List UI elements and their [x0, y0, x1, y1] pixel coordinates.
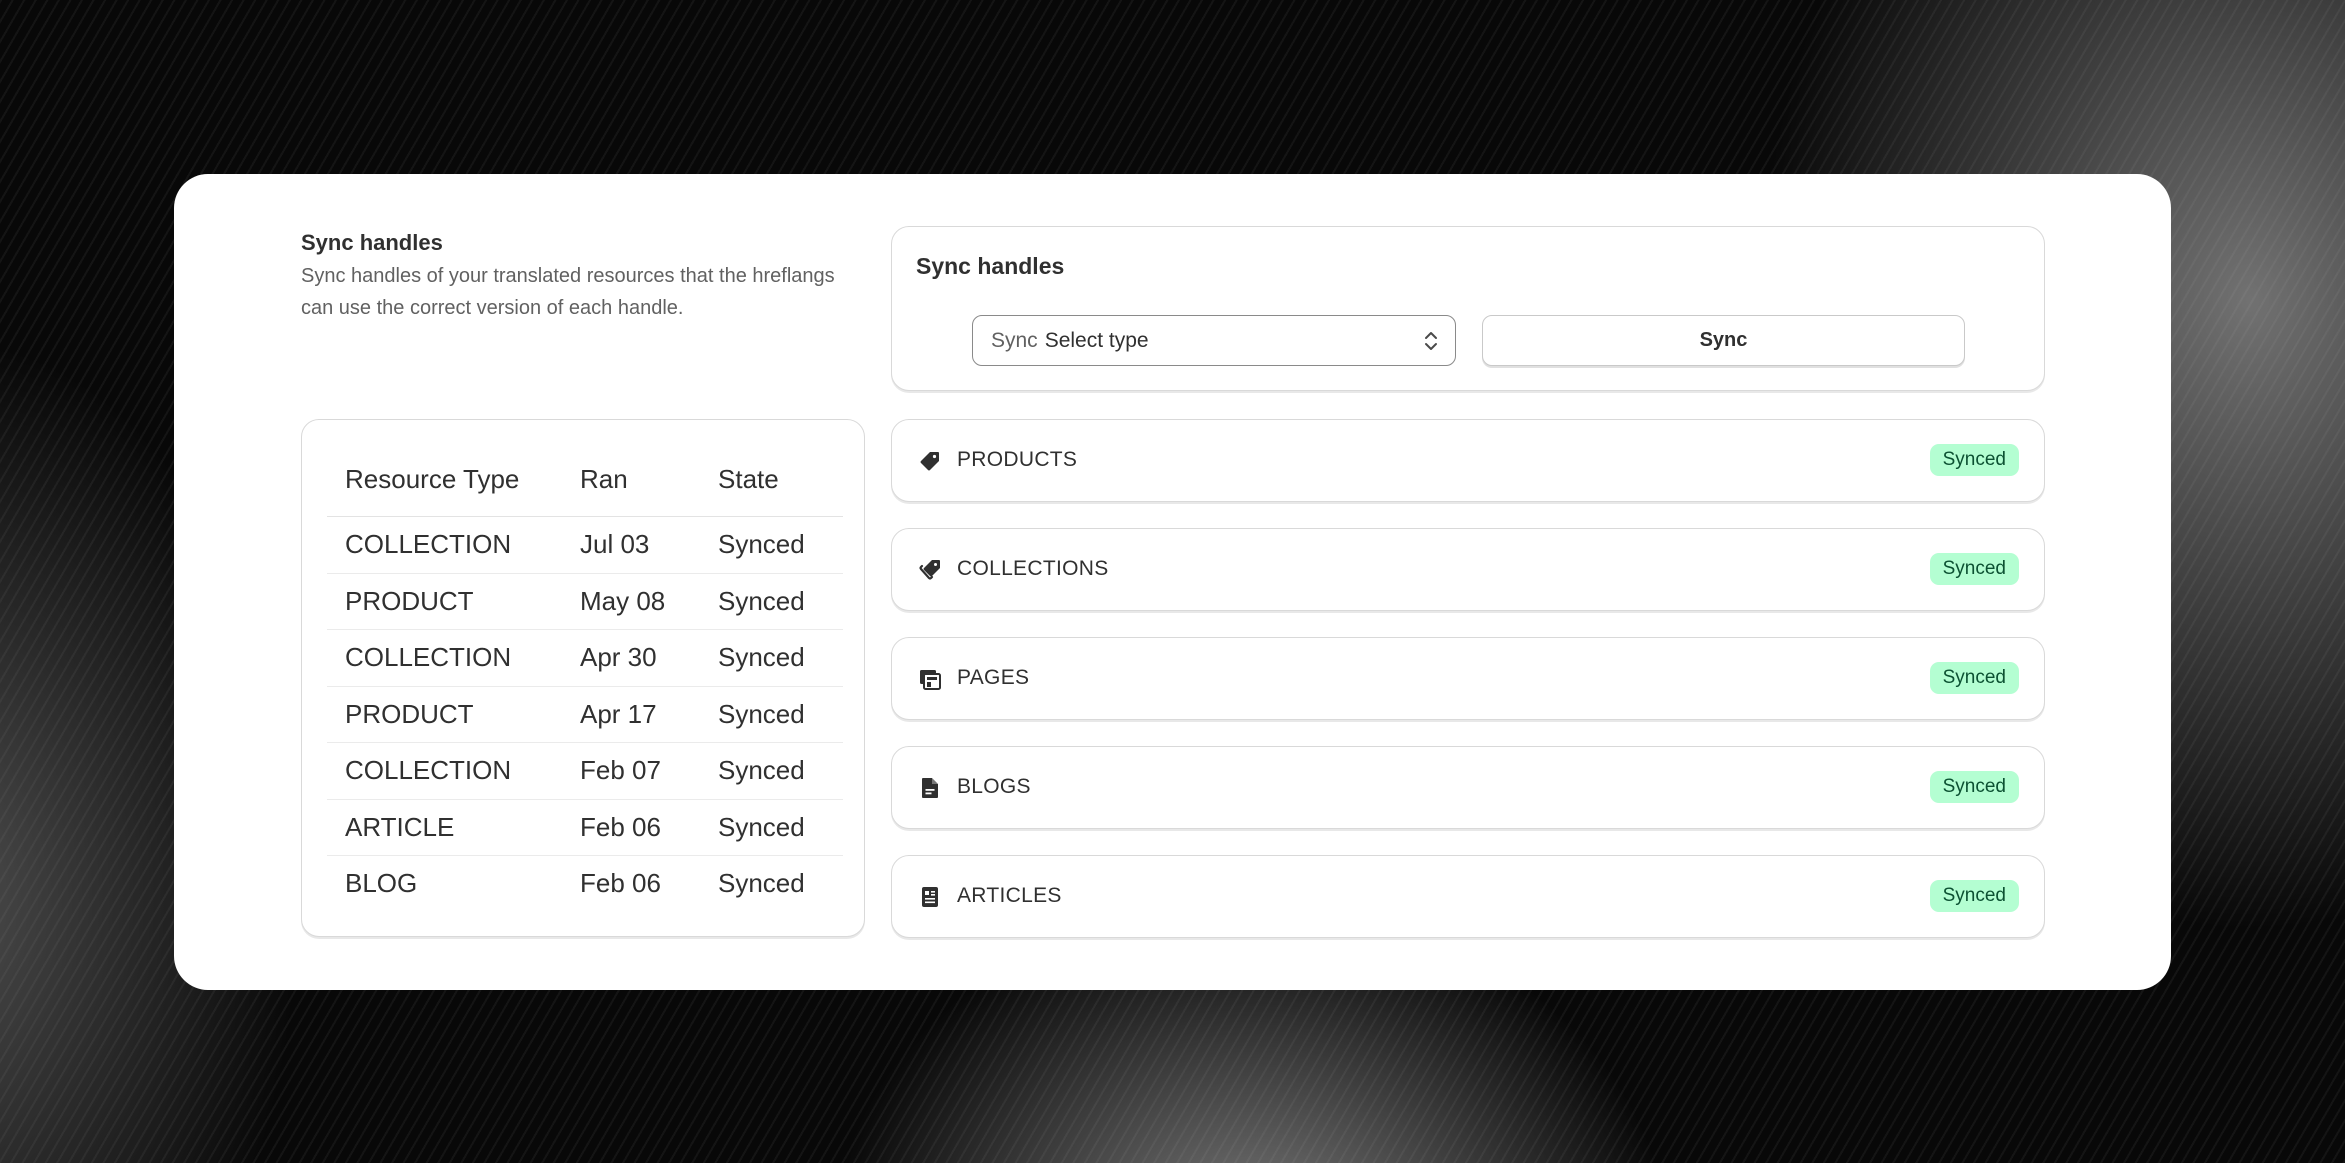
cell-state: Synced: [700, 516, 843, 574]
cell-ran: Feb 07: [562, 742, 700, 800]
resource-label: BLOGS: [957, 775, 1031, 798]
cell-resource-type: COLLECTION: [327, 516, 562, 574]
section-description: Sync handles of your translated resource…: [301, 265, 835, 319]
resource-label: PRODUCTS: [957, 448, 1078, 471]
article-icon: [922, 887, 938, 907]
sync-panel: Sync handles Sync Select type Sync: [891, 226, 2045, 391]
resource-card-pages[interactable]: PAGES Synced: [891, 637, 2045, 720]
cell-ran: May 08: [562, 573, 700, 630]
sync-history-table: Resource Type Ran State COLLECTION Jul 0…: [327, 450, 843, 912]
cell-state: Synced: [700, 742, 843, 800]
table-header-row: Resource Type Ran State: [327, 450, 843, 517]
cell-ran: Apr 30: [562, 629, 700, 687]
cell-resource-type: COLLECTION: [327, 629, 562, 687]
table-row: BLOG Feb 06 Synced: [327, 856, 843, 912]
select-value: Select type: [1044, 328, 1149, 352]
collection-tags-icon: [919, 560, 940, 580]
resource-card-collections[interactable]: COLLECTIONS Synced: [891, 528, 2045, 611]
resource-card-blogs[interactable]: BLOGS Synced: [891, 746, 2045, 829]
resource-label: ARTICLES: [957, 884, 1062, 907]
status-badge: Synced: [1929, 553, 2019, 585]
cell-ran: Feb 06: [580, 868, 661, 899]
column-header-state: State: [700, 450, 843, 517]
sync-type-select[interactable]: Sync Select type: [972, 315, 1456, 366]
resource-label: PAGES: [957, 666, 1030, 689]
cell-state: Synced: [700, 686, 843, 743]
main-card: Sync handles Sync handles of your transl…: [174, 174, 2171, 990]
pages-icon: [920, 670, 941, 690]
cell-ran: Apr 17: [562, 686, 700, 743]
cell-resource-type: PRODUCT: [327, 573, 562, 630]
cell-state: Synced: [718, 868, 805, 899]
table-row: COLLECTION Feb 07 Synced: [327, 742, 843, 800]
sync-button[interactable]: Sync: [1482, 315, 1965, 366]
intro-section: Sync handles Sync handles of your transl…: [301, 228, 841, 324]
section-title: Sync handles: [301, 230, 443, 255]
column-header-resource-type: Resource Type: [327, 450, 562, 517]
table-row: PRODUCT May 08 Synced: [327, 573, 843, 630]
resource-card-articles[interactable]: ARTICLES Synced: [891, 855, 2045, 938]
status-badge: Synced: [1929, 662, 2019, 694]
cell-resource-type: COLLECTION: [327, 742, 562, 800]
resource-label: COLLECTIONS: [957, 557, 1109, 580]
table-row: COLLECTION Jul 03 Synced: [327, 516, 843, 574]
table-row: ARTICLE Feb 06 Synced: [327, 799, 843, 856]
table-row: PRODUCT Apr 17 Synced: [327, 686, 843, 743]
cell-state: Synced: [700, 629, 843, 687]
select-chevron-icon: [1425, 332, 1437, 350]
cell-resource-type: PRODUCT: [327, 686, 562, 743]
select-prefix: Sync: [991, 328, 1038, 352]
cell-ran: Jul 03: [562, 516, 700, 574]
status-badge: Synced: [1929, 444, 2019, 476]
blog-file-icon: [922, 778, 938, 798]
cell-state: Synced: [700, 573, 843, 630]
status-badge: Synced: [1929, 771, 2019, 803]
sync-history-table-panel: Resource Type Ran State COLLECTION Jul 0…: [301, 419, 865, 937]
cell-state: Synced: [700, 799, 843, 856]
status-badge: Synced: [1929, 880, 2019, 912]
table-row: COLLECTION Apr 30 Synced: [327, 629, 843, 687]
cell-ran: Feb 06: [562, 799, 700, 856]
cell-resource-type: ARTICLE: [327, 799, 562, 856]
sync-panel-title: Sync handles: [916, 253, 1065, 279]
cell-resource-type: BLOG: [345, 868, 418, 899]
resource-card-products[interactable]: PRODUCTS Synced: [891, 419, 2045, 502]
column-header-ran: Ran: [562, 450, 700, 517]
product-tag-icon: [920, 452, 939, 471]
